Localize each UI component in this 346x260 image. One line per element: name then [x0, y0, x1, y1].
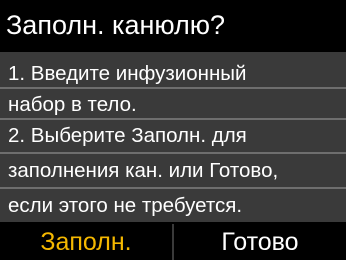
instruction-line: если этого не требуется.	[8, 194, 243, 217]
softkey-bar: Заполн. Готово	[0, 224, 346, 260]
instructions-panel: 1. Введите инфузионный набор в тело. 2. …	[0, 52, 346, 222]
instruction-line: заполнения кан. или Готово,	[8, 159, 279, 182]
line-divider	[0, 187, 346, 189]
instruction-line: набор в тело.	[8, 93, 137, 116]
line-divider	[0, 87, 346, 89]
done-button[interactable]: Готово	[174, 224, 346, 260]
instruction-line: 1. Введите инфузионный	[8, 62, 247, 85]
screen-title: Заполн. канюлю?	[0, 0, 346, 50]
instruction-line: 2. Выберите Заполн. для	[8, 124, 247, 147]
fill-cannula-button[interactable]: Заполн.	[0, 224, 172, 260]
line-divider	[0, 152, 346, 154]
line-divider	[0, 118, 346, 120]
